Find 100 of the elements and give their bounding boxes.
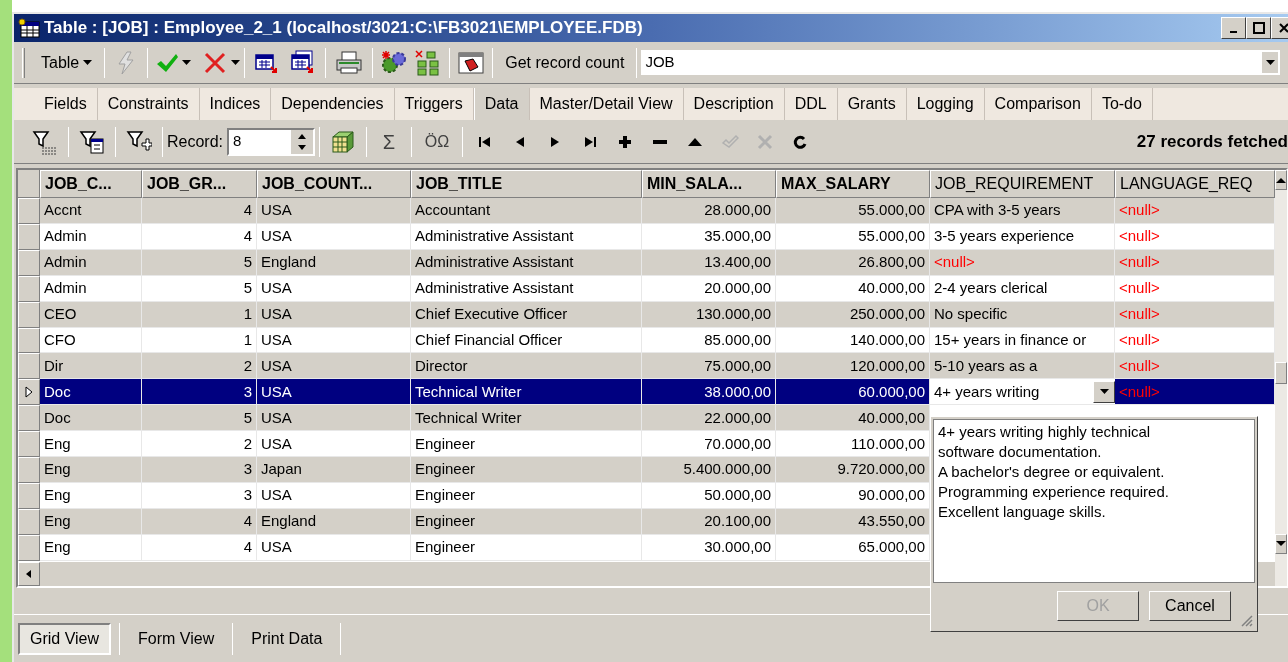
- table-cell: 55.000,00: [776, 197, 930, 224]
- table-cell: <null>: [1115, 197, 1275, 224]
- view-tab[interactable]: Grid View: [18, 622, 112, 655]
- memo-text-area[interactable]: 4+ years writing highly technical software documentation. A bachelor's degree or equivalent. Programming experience required. Excellent language skills.: [933, 419, 1255, 583]
- record-spin-field[interactable]: 8: [227, 127, 316, 156]
- row-indicator[interactable]: [18, 249, 40, 276]
- table-cell: Eng: [40, 483, 142, 510]
- table-cell: Chief Executive Officer: [411, 301, 642, 328]
- table-cell: 50.000,00: [642, 483, 776, 510]
- column-header[interactable]: JOB_GR...: [142, 170, 257, 198]
- table-cell: 40.000,00: [776, 275, 930, 302]
- tab[interactable]: Data: [473, 88, 530, 120]
- table-cell: CEO: [40, 301, 142, 328]
- minimize-icon[interactable]: [1221, 17, 1246, 39]
- row-indicator[interactable]: [18, 405, 40, 432]
- table-cell: <null>: [930, 249, 1115, 276]
- row-indicator[interactable]: [18, 197, 40, 224]
- table-cell: <null>: [1115, 249, 1275, 276]
- records-fetched-status: 27 records fetched: [1136, 130, 1288, 153]
- table-cell: 2-4 years clerical: [930, 275, 1115, 302]
- table-cell: 30.000,00: [642, 535, 776, 561]
- column-header[interactable]: JOB_COUNT...: [257, 170, 411, 198]
- column-header[interactable]: JOB_REQUIREMENT: [930, 170, 1115, 198]
- row-indicator[interactable]: [18, 457, 40, 484]
- table-cell: England: [257, 509, 411, 536]
- resize-grip-icon[interactable]: [1239, 613, 1253, 627]
- memo-edit-field[interactable]: 4+ years writing: [930, 379, 1115, 406]
- table-cell: <null>: [1115, 223, 1275, 250]
- table-cell: 26.800,00: [776, 249, 930, 276]
- table-cell: Eng: [40, 535, 142, 561]
- get-record-count-button[interactable]: Get record count: [497, 47, 633, 78]
- table-cell: 43.550,00: [776, 509, 930, 536]
- table-cell: Accountant: [411, 197, 642, 224]
- table-cell: 3: [142, 457, 257, 484]
- record-label: Record:: [167, 131, 224, 152]
- row-indicator[interactable]: [18, 431, 40, 458]
- window-title: Table : [JOB] : Employee_2_1 (localhost/3021:C:\FB3021\EMPLOYEE.FDB): [44, 17, 643, 40]
- table-cell: 4: [142, 223, 257, 250]
- table-cell: CFO: [40, 327, 142, 354]
- column-header[interactable]: MAX_SALARY: [776, 170, 930, 198]
- table-icon: [18, 18, 40, 38]
- row-indicator[interactable]: [18, 379, 40, 406]
- table-menu-button[interactable]: Table: [33, 47, 101, 78]
- table-cell: Dir: [40, 353, 142, 380]
- charset-button[interactable]: ÖΩ: [416, 126, 459, 157]
- row-indicator[interactable]: [18, 275, 40, 302]
- table-cell: 4: [142, 535, 257, 561]
- column-header[interactable]: JOB_TITLE: [411, 170, 642, 198]
- view-tab[interactable]: Print Data: [241, 622, 333, 655]
- row-indicator[interactable]: [18, 327, 40, 354]
- view-tab[interactable]: Form View: [128, 622, 225, 655]
- table-cell: 120.000,00: [776, 353, 930, 380]
- dialog-button[interactable]: Cancel: [1149, 591, 1231, 621]
- table-cell: 250.000,00: [776, 301, 930, 328]
- row-indicator[interactable]: [18, 353, 40, 380]
- scroll-down-icon[interactable]: [1275, 534, 1287, 554]
- table-cell: 1: [142, 301, 257, 328]
- row-indicator[interactable]: [18, 483, 40, 510]
- table-cell: 130.000,00: [642, 301, 776, 328]
- column-header[interactable]: LANGUAGE_REQ: [1115, 170, 1275, 198]
- scroll-up-icon[interactable]: [1275, 170, 1287, 190]
- row-indicator[interactable]: [18, 509, 40, 536]
- table-cell: 35.000,00: [642, 223, 776, 250]
- table-cell: 20.100,00: [642, 509, 776, 536]
- table-cell: 5-10 years as a: [930, 353, 1115, 380]
- table-cell: Admin: [40, 249, 142, 276]
- row-indicator[interactable]: [18, 223, 40, 250]
- column-header[interactable]: MIN_SALA...: [642, 170, 776, 198]
- table-cell: 3: [142, 483, 257, 510]
- table-cell: 4: [142, 197, 257, 224]
- table-cell: Doc: [40, 379, 142, 406]
- table-cell: 140.000,00: [776, 327, 930, 354]
- table-cell: Chief Financial Officer: [411, 327, 642, 354]
- row-indicator[interactable]: [18, 301, 40, 328]
- table-cell: USA: [257, 223, 411, 250]
- table-cell: <null>: [1115, 379, 1275, 406]
- maximize-icon[interactable]: [1246, 17, 1271, 39]
- table-cell: Engineer: [411, 431, 642, 458]
- table-cell: USA: [257, 327, 411, 354]
- table-select-field[interactable]: JOB: [641, 50, 1280, 75]
- caret-icon[interactable]: [83, 59, 93, 66]
- caret-icon[interactable]: [231, 59, 241, 66]
- table-cell: USA: [257, 353, 411, 380]
- table-cell: Admin: [40, 223, 142, 250]
- table-cell: 60.000,00: [776, 379, 930, 406]
- table-cell: 3: [142, 379, 257, 406]
- caret-icon[interactable]: [182, 59, 192, 66]
- table-cell: 5.400.000,00: [642, 457, 776, 484]
- table-cell: Administrative Assistant: [411, 223, 642, 250]
- scrollbar-thumb[interactable]: [1275, 362, 1287, 384]
- table-cell: <null>: [1115, 327, 1275, 354]
- scroll-left-icon[interactable]: [18, 562, 40, 586]
- table-cell: 5: [142, 405, 257, 432]
- dropdown-caret-icon[interactable]: [1265, 59, 1275, 66]
- row-indicator[interactable]: [18, 535, 40, 561]
- dropdown-caret-icon[interactable]: [1099, 388, 1109, 395]
- sum-button[interactable]: Σ: [371, 126, 408, 157]
- table-cell: Japan: [257, 457, 411, 484]
- column-header[interactable]: JOB_C...: [40, 170, 142, 198]
- current-row-icon: [25, 386, 33, 399]
